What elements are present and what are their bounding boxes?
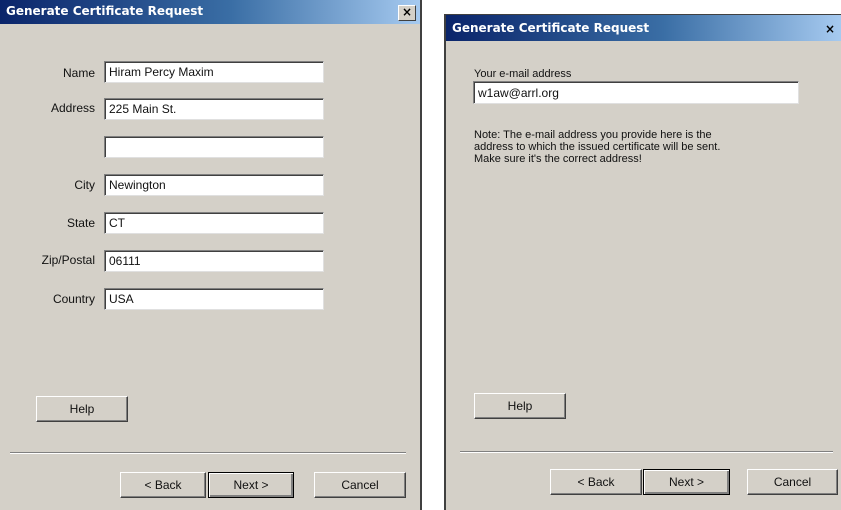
zip-label: Zip/Postal bbox=[41, 253, 95, 267]
city-field[interactable] bbox=[104, 174, 324, 196]
close-icon[interactable]: × bbox=[821, 22, 839, 38]
back-button[interactable]: < Back bbox=[550, 469, 642, 495]
email-label: Your e-mail address bbox=[474, 68, 572, 80]
next-button[interactable]: Next > bbox=[643, 469, 730, 495]
city-label: City bbox=[74, 178, 95, 192]
title-bar: Generate Certificate Request × bbox=[446, 15, 841, 41]
email-note: Note: The e-mail address you provide her… bbox=[474, 129, 720, 165]
dialog-title: Generate Certificate Request bbox=[6, 4, 204, 18]
note-line: Note: The e-mail address you provide her… bbox=[474, 129, 712, 141]
state-label: State bbox=[66, 216, 95, 230]
address-line2-field[interactable] bbox=[104, 136, 324, 158]
back-button[interactable]: < Back bbox=[120, 472, 206, 498]
cancel-button[interactable]: Cancel bbox=[747, 469, 838, 495]
cancel-button[interactable]: Cancel bbox=[314, 472, 406, 498]
email-dialog: Generate Certificate Request × Your e-ma… bbox=[444, 14, 841, 510]
address-line1-field[interactable] bbox=[104, 98, 324, 120]
country-label: Country bbox=[52, 292, 95, 306]
help-button[interactable]: Help bbox=[474, 393, 566, 419]
title-bar: Generate Certificate Request × bbox=[0, 0, 420, 24]
separator bbox=[10, 452, 406, 454]
address-dialog: Generate Certificate Request × Name Addr… bbox=[0, 0, 422, 510]
note-line: address to which the issued certificate … bbox=[474, 141, 721, 153]
state-field[interactable] bbox=[104, 212, 324, 234]
name-label: Name bbox=[62, 66, 95, 80]
dialog-title: Generate Certificate Request bbox=[452, 21, 650, 35]
country-field[interactable] bbox=[104, 288, 324, 310]
email-field[interactable] bbox=[473, 81, 799, 104]
help-button[interactable]: Help bbox=[36, 396, 128, 422]
separator bbox=[460, 451, 833, 453]
note-line: Make sure it's the correct address! bbox=[474, 153, 642, 165]
zip-field[interactable] bbox=[104, 250, 324, 272]
next-button[interactable]: Next > bbox=[208, 472, 294, 498]
address-label: Address bbox=[50, 101, 95, 115]
name-field[interactable] bbox=[104, 61, 324, 83]
close-icon[interactable]: × bbox=[398, 5, 416, 21]
